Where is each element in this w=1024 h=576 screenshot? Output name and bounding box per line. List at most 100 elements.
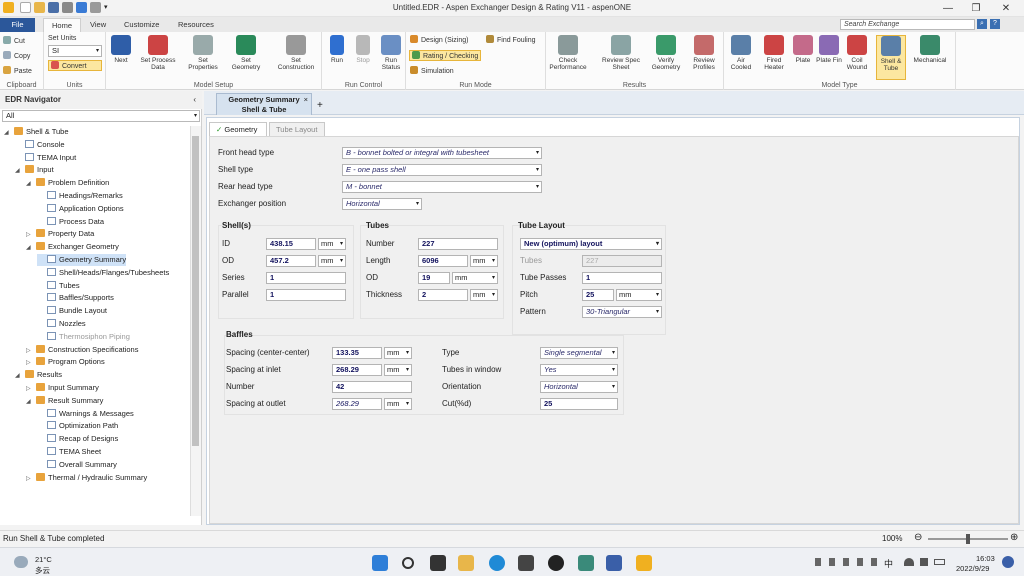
shell-id-input[interactable]: 438.15	[266, 238, 316, 250]
expand-arrow-icon[interactable]: ◢	[15, 370, 25, 382]
zoom-out-button[interactable]: ⊖	[914, 532, 922, 543]
ime-indicator[interactable]: 中	[884, 557, 893, 570]
expand-arrow-icon[interactable]: ▷	[26, 473, 36, 485]
tree-item[interactable]: Console	[15, 139, 65, 151]
shell-od-input[interactable]: 457.2	[266, 255, 316, 267]
parallel-input[interactable]: 1	[266, 289, 346, 301]
expand-arrow-icon[interactable]: ◢	[26, 242, 36, 254]
edge-icon[interactable]	[489, 555, 505, 571]
zoom-slider-thumb[interactable]	[966, 534, 970, 544]
dell-icon[interactable]	[548, 555, 564, 571]
review-spec-sheet-button[interactable]: Review Spec Sheet	[598, 35, 644, 71]
collapse-navigator-button[interactable]: ‹	[193, 91, 196, 109]
tree-item[interactable]: Shell/Heads/Flanges/Tubesheets	[37, 267, 169, 279]
tree-item[interactable]: Overall Summary	[37, 459, 117, 471]
tree-item[interactable]: ◢ Exchanger Geometry	[26, 241, 119, 253]
aspen-edr-icon[interactable]	[636, 555, 652, 571]
coil-wound-button[interactable]: Coil Wound	[842, 35, 872, 71]
tree-item[interactable]: ▷ Program Options	[26, 356, 105, 368]
tree-item[interactable]: Tubes	[37, 280, 80, 292]
front-head-type-select[interactable]: B - bonnet bolted or integral with tubes…	[342, 147, 542, 159]
series-input[interactable]: 1	[266, 272, 346, 284]
tab-home[interactable]: Home	[43, 18, 82, 32]
expand-arrow-icon[interactable]: ▷	[26, 383, 36, 395]
tube-length-input[interactable]: 6096	[418, 255, 468, 267]
tab-file[interactable]: File	[0, 18, 35, 32]
shell-type-select[interactable]: E - one pass shell ▾	[342, 164, 542, 176]
spacing-inlet-input[interactable]: 268.29	[332, 364, 382, 376]
set-construction-button[interactable]: Set Construction	[272, 35, 320, 71]
close-button[interactable]: ✕	[994, 1, 1018, 16]
convert-button[interactable]: Convert	[48, 60, 102, 71]
run-status-button[interactable]: Run Status	[376, 35, 406, 71]
rating-checking-option[interactable]: Rating / Checking	[409, 50, 482, 61]
help-icon[interactable]: ?	[990, 19, 1000, 29]
tube-od-unit-select[interactable]: mm ▾	[452, 272, 498, 284]
expand-arrow-icon[interactable]: ▷	[26, 357, 36, 369]
find-fouling-option[interactable]: Find Fouling	[486, 35, 536, 46]
tree-item[interactable]: ▷ Property Data	[26, 228, 94, 240]
file-explorer-icon[interactable]	[458, 555, 474, 571]
tree-item[interactable]: Optimization Path	[37, 420, 118, 432]
tab-tube-layout[interactable]: Tube Layout	[269, 122, 325, 136]
plate-button[interactable]: Plate	[790, 35, 816, 64]
check-performance-button[interactable]: Check Performance	[548, 35, 588, 71]
clock-date[interactable]: 2022/9/29	[956, 564, 989, 573]
task-view-icon[interactable]	[430, 555, 446, 571]
pitch-input[interactable]: 25	[582, 289, 614, 301]
add-tab-button[interactable]: +	[317, 100, 323, 111]
app-icon[interactable]	[578, 555, 594, 571]
rear-head-type-select[interactable]: M - bonnet ▾	[342, 181, 542, 193]
units-select[interactable]: SI ▾	[48, 45, 102, 57]
tube-number-input[interactable]: 227	[418, 238, 498, 250]
navigator-filter-select[interactable]: All ▾	[2, 110, 200, 122]
tree-item[interactable]: ▷ Thermal / Hydraulic Summary	[26, 472, 147, 484]
tab-resources[interactable]: Resources	[170, 18, 222, 32]
set-geometry-button[interactable]: Set Geometry	[226, 35, 266, 71]
search-input[interactable]: Search Exchange	[840, 19, 975, 30]
tube-layout-select[interactable]: New (optimum) layout ▾	[520, 238, 662, 250]
fired-heater-button[interactable]: Fired Heater	[759, 35, 789, 71]
review-profiles-button[interactable]: Review Profiles	[684, 35, 724, 71]
mechanical-button[interactable]: Mechanical	[910, 35, 950, 64]
tab-customize[interactable]: Customize	[116, 18, 167, 32]
tree-item[interactable]: ▷ Input Summary	[26, 382, 99, 394]
expand-arrow-icon[interactable]: ◢	[4, 127, 14, 139]
tree-item[interactable]: Warnings & Messages	[37, 408, 134, 420]
tree-item[interactable]: Headings/Remarks	[37, 190, 123, 202]
maximize-button[interactable]: ❐	[964, 1, 988, 16]
tab-view[interactable]: View	[82, 18, 114, 32]
baffle-cut-input[interactable]: 25	[540, 398, 618, 410]
tube-thickness-input[interactable]: 2	[418, 289, 468, 301]
battery-icon[interactable]	[934, 559, 945, 565]
spacing-inlet-unit-select[interactable]: mm ▾	[384, 364, 412, 376]
paste-button[interactable]: Paste	[3, 66, 32, 77]
tree-item[interactable]: ◢ Result Summary	[26, 395, 103, 407]
expand-arrow-icon[interactable]: ◢	[15, 165, 25, 177]
notification-icon[interactable]	[1002, 556, 1014, 568]
tree-item[interactable]: ◢ Input	[15, 164, 54, 176]
copy-button[interactable]: Copy	[3, 51, 30, 62]
tree-item[interactable]: ◢ Shell & Tube	[4, 126, 69, 138]
start-icon[interactable]	[372, 555, 388, 571]
tree-item[interactable]: Process Data	[37, 216, 104, 228]
tree-item[interactable]: Thermosiphon Piping	[37, 331, 130, 343]
tube-passes-input[interactable]: 1	[582, 272, 662, 284]
tree-item[interactable]: ▷ Construction Specifications	[26, 344, 138, 356]
set-process-data-button[interactable]: Set Process Data	[138, 35, 178, 71]
verify-geometry-button[interactable]: Verify Geometry	[646, 35, 686, 71]
store-icon[interactable]	[518, 555, 534, 571]
tree-item[interactable]: ◢ Results	[15, 369, 62, 381]
baffle-type-select[interactable]: Single segmental ▾	[540, 347, 618, 359]
tree-item[interactable]: Geometry Summary	[37, 254, 127, 266]
search-icon[interactable]: ⌕	[977, 19, 987, 29]
tree-item[interactable]: TEMA Input	[15, 152, 76, 164]
expand-arrow-icon[interactable]: ◢	[26, 396, 36, 408]
set-properties-button[interactable]: Set Properties	[183, 35, 223, 71]
tube-thickness-unit-select[interactable]: mm ▾	[470, 289, 498, 301]
tube-od-input[interactable]: 19	[418, 272, 450, 284]
volume-icon[interactable]	[920, 558, 928, 566]
tree-item[interactable]: ◢ Problem Definition	[26, 177, 109, 189]
system-tray-icons[interactable]	[815, 558, 877, 566]
baffle-number-input[interactable]: 42	[332, 381, 412, 393]
